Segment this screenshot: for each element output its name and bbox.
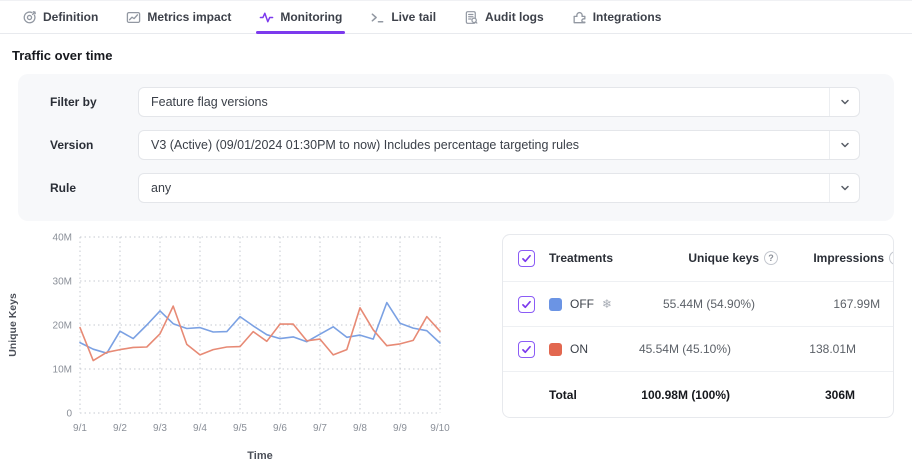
- x-tick-label: 9/5: [233, 423, 247, 434]
- chevron-down-icon[interactable]: [829, 131, 859, 159]
- traffic-chart: 0 10M 20M 30M 40M 9/1 9/2 9/3 9/4 9/5 9/6 9/7 9/8 9/9…: [0, 225, 478, 468]
- tab-audit-logs[interactable]: Audit logs: [450, 1, 558, 33]
- tab-metrics-impact[interactable]: Metrics impact: [112, 1, 245, 33]
- y-tick-label: 30M: [53, 277, 72, 288]
- pulse-icon: [259, 10, 274, 25]
- tab-label: Audit logs: [485, 10, 544, 24]
- x-tick-label: 9/1: [73, 423, 87, 434]
- tab-monitoring[interactable]: Monitoring: [245, 1, 356, 33]
- x-tick-label: 9/8: [353, 423, 367, 434]
- x-tick-label: 9/4: [193, 423, 207, 434]
- impressions-column-header: Impressions ?: [778, 251, 894, 265]
- filter-row-version: Version V3 (Active) (09/01/2024 01:30PM …: [50, 130, 860, 160]
- tab-label: Monitoring: [280, 10, 342, 24]
- treatments-table: Treatments Unique keys ? Impressions ? O…: [502, 234, 894, 418]
- filter-panel: Filter by Feature flag versions Version …: [18, 74, 894, 221]
- chevron-down-icon[interactable]: [829, 88, 859, 116]
- filter-row-rule: Rule any: [50, 173, 860, 203]
- total-impressions: 306M: [752, 388, 877, 402]
- version-select[interactable]: V3 (Active) (09/01/2024 01:30PM to now) …: [138, 130, 860, 160]
- version-label: Version: [50, 138, 138, 152]
- series-line-on: [80, 306, 440, 361]
- table-row-on: ON 45.54M (45.10%) 138.01M: [503, 327, 893, 372]
- tab-definition[interactable]: Definition: [8, 1, 112, 33]
- version-value: V3 (Active) (09/01/2024 01:30PM to now) …: [139, 131, 829, 159]
- puzzle-icon: [572, 10, 587, 25]
- x-tick-label: 9/7: [313, 423, 327, 434]
- tab-bar: Definition Metrics impact Monitoring Liv…: [0, 0, 912, 34]
- rule-select[interactable]: any: [138, 173, 860, 203]
- y-axis-title: Unique Keys: [7, 293, 19, 357]
- y-tick-label: 10M: [53, 365, 72, 376]
- metrics-chart-icon: [126, 10, 141, 25]
- line-chart-canvas: 0 10M 20M 30M 40M 9/1 9/2 9/3 9/4 9/5 9/6 9/7 9/8 9/9…: [0, 225, 478, 463]
- treatments-column-header: Treatments: [549, 251, 613, 265]
- off-color-swatch: [549, 298, 562, 311]
- page-title: Traffic over time: [0, 34, 912, 74]
- x-tick-label: 9/6: [273, 423, 287, 434]
- y-tick-label: 0: [66, 409, 72, 420]
- off-row-checkbox[interactable]: [518, 296, 535, 313]
- x-axis-title: Time: [247, 450, 272, 462]
- x-tick-label: 9/10: [430, 423, 450, 434]
- off-unique-keys: 55.44M (54.90%): [612, 297, 777, 311]
- chevron-down-icon[interactable]: [829, 174, 859, 202]
- filter-by-value: Feature flag versions: [139, 88, 829, 116]
- treatment-name: ON: [570, 342, 588, 356]
- x-tick-label: 9/9: [393, 423, 407, 434]
- tab-label: Definition: [43, 10, 98, 24]
- on-unique-keys: 45.54M (45.10%): [588, 342, 753, 356]
- filter-row-filter-by: Filter by Feature flag versions: [50, 87, 860, 117]
- tab-label: Integrations: [593, 10, 662, 24]
- filter-by-select[interactable]: Feature flag versions: [138, 87, 860, 117]
- total-unique-keys: 100.98M (100%): [587, 388, 752, 402]
- monitoring-content: 0 10M 20M 30M 40M 9/1 9/2 9/3 9/4 9/5 9/6 9/7 9/8 9/9…: [0, 221, 912, 468]
- target-icon: [22, 10, 37, 25]
- x-tick-label: 9/3: [153, 423, 167, 434]
- snowflake-icon: ❄: [602, 297, 612, 311]
- unique-keys-column-header: Unique keys ?: [613, 251, 778, 265]
- tab-integrations[interactable]: Integrations: [558, 1, 676, 33]
- table-row-total: Total 100.98M (100%) 306M: [503, 372, 893, 417]
- on-color-swatch: [549, 343, 562, 356]
- x-tick-label: 9/2: [113, 423, 127, 434]
- y-tick-label: 40M: [53, 233, 72, 244]
- off-impressions: 167.99M: [777, 297, 894, 311]
- treatment-name: OFF: [570, 297, 594, 311]
- on-row-checkbox[interactable]: [518, 341, 535, 358]
- tab-live-tail[interactable]: Live tail: [356, 1, 450, 33]
- tab-label: Live tail: [391, 10, 436, 24]
- audit-log-icon: [464, 10, 479, 25]
- table-row-off: OFF ❄ 55.44M (54.90%) 167.99M: [503, 282, 893, 327]
- table-header-row: Treatments Unique keys ? Impressions ?: [503, 235, 893, 282]
- help-icon[interactable]: ?: [764, 251, 778, 265]
- select-all-checkbox[interactable]: [518, 250, 535, 267]
- terminal-icon: [370, 10, 385, 25]
- y-tick-label: 20M: [53, 321, 72, 332]
- on-impressions: 138.01M: [753, 342, 878, 356]
- filter-by-label: Filter by: [50, 95, 138, 109]
- help-icon[interactable]: ?: [889, 251, 894, 265]
- total-label: Total: [549, 388, 587, 402]
- tab-label: Metrics impact: [147, 10, 231, 24]
- rule-label: Rule: [50, 181, 138, 195]
- rule-value: any: [139, 174, 829, 202]
